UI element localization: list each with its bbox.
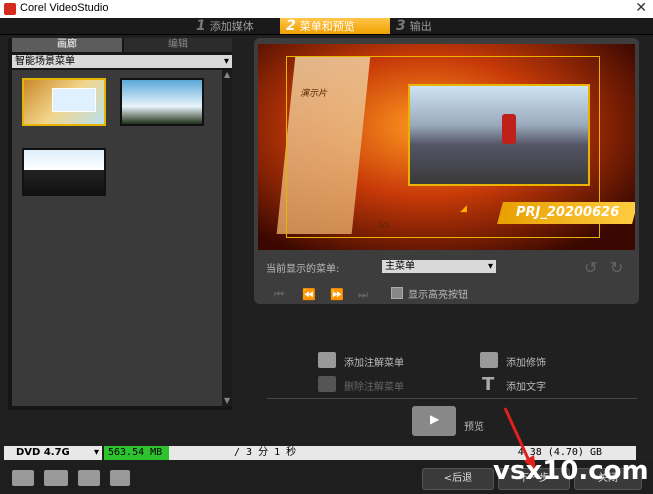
add-chapter-menu-button[interactable]: 添加注解菜单 (344, 354, 404, 369)
play-icon: ▶ (430, 412, 440, 426)
delete-chapter-menu-icon (318, 376, 336, 392)
next-frame-icon[interactable]: ⏩ (330, 288, 344, 301)
scroll-down-icon[interactable]: ▼ (224, 396, 230, 405)
preview-button[interactable]: 预览 (464, 418, 484, 433)
used-size: 563.54 MB (108, 447, 163, 458)
undo-icon[interactable]: ↺ (584, 258, 597, 277)
menu-template-select[interactable]: 智能场景菜单 ▾ (12, 55, 232, 68)
gallery-scrollbar[interactable]: ▲ ▼ (222, 70, 232, 406)
current-menu-value: 主菜单 (385, 261, 415, 272)
scroll-up-icon[interactable]: ▲ (224, 70, 230, 79)
window-title: Corel VideoStudio (20, 2, 109, 14)
template-gallery (12, 70, 222, 406)
gear-icon[interactable] (44, 470, 68, 486)
add-decoration-button[interactable]: 添加修饰 (506, 354, 546, 369)
add-text-button[interactable]: 添加文字 (506, 378, 546, 393)
chevron-down-icon: ▾ (487, 261, 493, 272)
printer-icon[interactable] (110, 470, 130, 486)
show-highlight-checkbox[interactable] (391, 287, 403, 299)
step-output[interactable]: 3 输出 (390, 18, 486, 34)
delete-chapter-menu-button: 删除注解菜单 (344, 382, 404, 393)
preview-icon[interactable]: ▶ (412, 406, 456, 436)
menu-template-value: 智能场景菜单 (15, 56, 75, 67)
disk-type-value: DVD 4.7G (16, 447, 70, 458)
left-panel: 画廊 编辑 智能场景菜单 ▾ ▲ ▼ (8, 38, 232, 410)
first-frame-icon[interactable]: ⏮ (274, 288, 284, 302)
tab-edit[interactable]: 编辑 (124, 38, 232, 52)
back-button[interactable]: <后退 (422, 468, 494, 490)
play-arrow-icon[interactable]: ◢ (460, 204, 472, 214)
step-label: 输出 (409, 20, 432, 33)
watermark: vsx10.com (493, 456, 649, 486)
duration: / 3 分 1 秒 (234, 447, 297, 458)
close-icon[interactable]: ✕ (635, 0, 647, 16)
thumbnail-frame (52, 88, 96, 112)
chevron-down-icon: ▾ (93, 447, 99, 458)
rider-figure (502, 114, 516, 144)
step-number: 3 (396, 18, 406, 34)
stage-title[interactable]: PRJ_20200626 (516, 205, 619, 220)
add-decoration-icon[interactable] (480, 352, 498, 368)
show-highlight-label: 显示高亮按钮 (408, 290, 468, 301)
stage-small-text: 演示片 (300, 89, 328, 99)
current-menu-label: 当前显示的菜单: (266, 264, 340, 275)
current-menu-select[interactable]: 主菜单 ▾ (382, 260, 496, 273)
step-bar: 1 添加媒体 2 菜单和预览 3 输出 (0, 18, 653, 35)
tab-gallery[interactable]: 画廊 (12, 38, 122, 52)
step-label: 菜单和预览 (299, 20, 355, 33)
step-label: 添加媒体 (209, 20, 254, 33)
title-bar: Corel VideoStudio ✕ (0, 0, 653, 18)
add-chapter-menu-icon[interactable] (318, 352, 336, 368)
step-add-media[interactable]: 1 添加媒体 (190, 18, 282, 34)
template-thumbnail[interactable] (22, 148, 106, 196)
step-number: 2 (286, 18, 296, 34)
video-thumbnail[interactable] (408, 84, 590, 186)
step-number: 1 (196, 18, 206, 34)
last-frame-icon[interactable]: ⏭ (358, 288, 368, 302)
prev-frame-icon[interactable]: ⏪ (302, 288, 316, 301)
step-menu-preview[interactable]: 2 菜单和预览 (280, 18, 390, 34)
page-indicator: 1/1 (378, 221, 390, 229)
chevron-down-icon: ▾ (223, 56, 229, 67)
redo-icon[interactable]: ↻ (610, 258, 623, 277)
settings-list-icon[interactable] (12, 470, 34, 486)
preview-panel: 演示片 ◢ PRJ_20200626 1/1 当前显示的菜单: 主菜单 ▾ ↺ … (254, 38, 639, 304)
template-thumbnail[interactable] (120, 78, 204, 126)
menu-preview-stage[interactable]: 演示片 ◢ PRJ_20200626 1/1 (258, 44, 635, 250)
aspect-ratio-icon[interactable] (78, 470, 100, 486)
disk-type-select[interactable]: DVD 4.7G ▾ (4, 446, 102, 460)
divider (267, 398, 637, 399)
app-logo-icon (4, 3, 16, 15)
template-thumbnail[interactable] (22, 78, 106, 126)
add-text-icon[interactable]: T (482, 374, 494, 395)
